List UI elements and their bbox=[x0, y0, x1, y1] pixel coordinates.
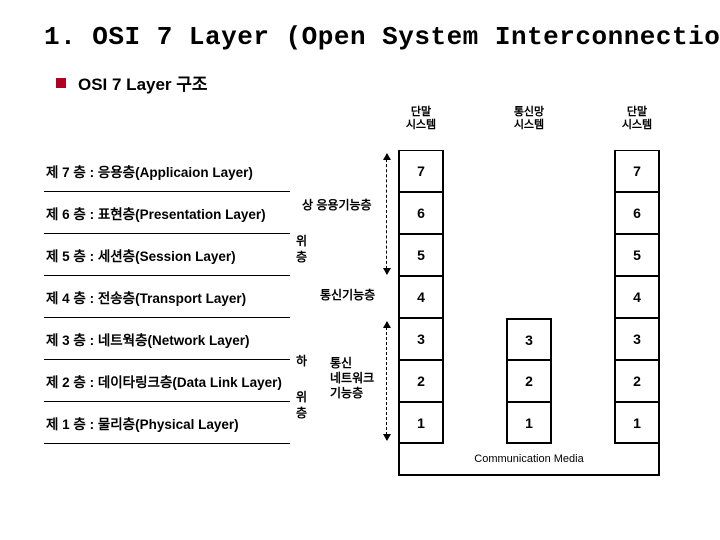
layer-row: 제 5 층 : 세션층(Session Layer) 5 5 bbox=[44, 234, 684, 276]
bullet-icon bbox=[56, 78, 66, 88]
stack-c-cell: 4 bbox=[614, 276, 660, 318]
layer-label: 제 2 층 : 데이타링크층(Data Link Layer) bbox=[44, 360, 290, 402]
stack-b-cell bbox=[506, 276, 552, 318]
layer-row: 제 3 층 : 네트웍층(Network Layer) 3 3 3 bbox=[44, 318, 684, 360]
layer-row: 제 6 층 : 표현층(Presentation Layer) 6 6 bbox=[44, 192, 684, 234]
stack-a-cell: 1 bbox=[398, 402, 444, 444]
layer-label: 제 6 층 : 표현층(Presentation Layer) bbox=[44, 192, 290, 234]
layer-label: 제 7 층 : 응용층(Applicaion Layer) bbox=[44, 150, 290, 192]
stack-c-cell: 1 bbox=[614, 402, 660, 444]
subtitle-row: OSI 7 Layer 구조 bbox=[0, 52, 720, 95]
stack-a-cell: 7 bbox=[398, 150, 444, 192]
page-title: 1. OSI 7 Layer (Open System Interconnect… bbox=[0, 0, 720, 52]
layer-row: 제 2 층 : 데이타링크층(Data Link Layer) 2 2 2 bbox=[44, 360, 684, 402]
layer-label: 제 4 층 : 전송층(Transport Layer) bbox=[44, 276, 290, 318]
stack-a-cell: 6 bbox=[398, 192, 444, 234]
stack-c-cell: 6 bbox=[614, 192, 660, 234]
osi-diagram: 상 응용기능층 위 층 통신기능층 하 통신 네트워크 기능층 위 층 제 7 … bbox=[44, 150, 684, 444]
layer-row: 제 1 층 : 물리층(Physical Layer) 1 1 1 bbox=[44, 402, 684, 444]
stack-a-cell: 4 bbox=[398, 276, 444, 318]
stack-b-cell: 2 bbox=[506, 360, 552, 402]
stack-b-cell bbox=[506, 192, 552, 234]
stack-b-cell bbox=[506, 234, 552, 276]
stack-a-cell: 2 bbox=[398, 360, 444, 402]
layer-label: 제 5 층 : 세션층(Session Layer) bbox=[44, 234, 290, 276]
column-headers: 단말 시스템 통신망 시스템 단말 시스템 bbox=[398, 106, 660, 132]
stack-c-cell: 2 bbox=[614, 360, 660, 402]
layer-label: 제 1 층 : 물리층(Physical Layer) bbox=[44, 402, 290, 444]
stack-c-cell: 3 bbox=[614, 318, 660, 360]
layer-row: 제 4 층 : 전송층(Transport Layer) 4 4 bbox=[44, 276, 684, 318]
stack-c-cell: 5 bbox=[614, 234, 660, 276]
header-relay-system: 통신망 시스템 bbox=[506, 106, 552, 132]
stack-a-cell: 3 bbox=[398, 318, 444, 360]
header-terminal-left: 단말 시스템 bbox=[398, 106, 444, 132]
stack-c-cell: 7 bbox=[614, 150, 660, 192]
subtitle: OSI 7 Layer 구조 bbox=[78, 70, 208, 95]
communication-media: Communication Media bbox=[398, 444, 660, 476]
stack-b-cell: 1 bbox=[506, 402, 552, 444]
header-terminal-right: 단말 시스템 bbox=[614, 106, 660, 132]
layer-label: 제 3 층 : 네트웍층(Network Layer) bbox=[44, 318, 290, 360]
stack-b-cell: 3 bbox=[506, 318, 552, 360]
layer-row: 제 7 층 : 응용층(Applicaion Layer) 7 7 bbox=[44, 150, 684, 192]
stack-b-cell bbox=[506, 150, 552, 192]
stack-a-cell: 5 bbox=[398, 234, 444, 276]
